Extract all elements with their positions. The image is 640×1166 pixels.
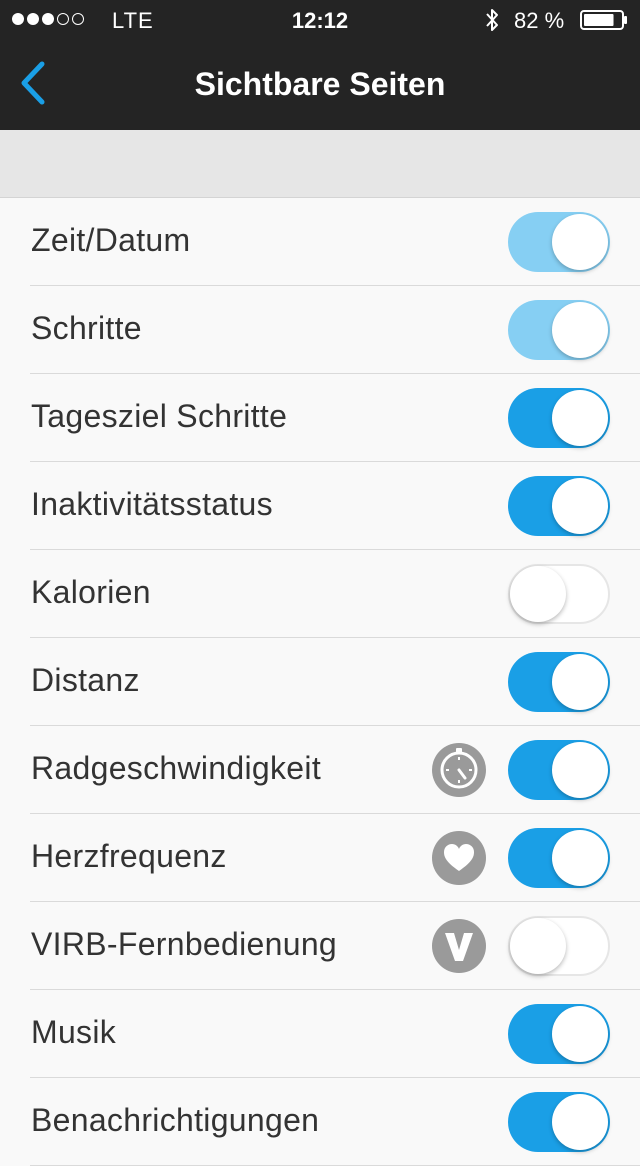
- list-item-label: Tagesziel Schritte: [31, 398, 288, 434]
- visibility-toggle[interactable]: [508, 476, 610, 536]
- visibility-toggle[interactable]: [508, 212, 610, 272]
- visibility-toggle[interactable]: [508, 828, 610, 888]
- list-item-label: VIRB-Fernbedienung: [31, 926, 338, 962]
- list-item: Herzfrequenz: [0, 814, 640, 902]
- toggle-knob: [510, 918, 566, 974]
- visibility-toggle[interactable]: [508, 916, 610, 976]
- visibility-toggle[interactable]: [508, 652, 610, 712]
- list-item: Zeit/Datum: [0, 198, 640, 286]
- page-title: Sichtbare Seiten: [194, 66, 446, 102]
- list-item: VIRB-Fernbedienung: [0, 902, 640, 990]
- list-item: Inaktivitätsstatus: [0, 462, 640, 550]
- navigation-bar: Sichtbare Seiten: [0, 40, 640, 130]
- list-item: Kalorien: [0, 550, 640, 638]
- list-item: Distanz: [0, 638, 640, 726]
- visibility-toggle[interactable]: [508, 300, 610, 360]
- section-header-spacer: [0, 130, 640, 198]
- status-bar: LTE 12:12 82 %: [0, 0, 640, 40]
- list-item-label: Zeit/Datum: [31, 222, 191, 258]
- list-item: Schritte: [0, 286, 640, 374]
- toggle-knob: [552, 742, 608, 798]
- list-item: Tagesziel Schritte: [0, 374, 640, 462]
- toggle-knob: [552, 214, 608, 270]
- list-item: Musik: [0, 990, 640, 1078]
- visibility-toggle[interactable]: [508, 564, 610, 624]
- battery-percentage: 82 %: [514, 8, 565, 33]
- list-item-label: Musik: [31, 1014, 117, 1050]
- visibility-toggle[interactable]: [508, 388, 610, 448]
- toggle-knob: [552, 1094, 608, 1150]
- list-item-label: Schritte: [31, 310, 142, 346]
- list-item: Radgeschwindigkeit: [0, 726, 640, 814]
- battery-icon: [580, 10, 627, 30]
- visibility-toggle[interactable]: [508, 1092, 610, 1152]
- toggle-knob: [510, 566, 566, 622]
- bluetooth-icon: [486, 9, 498, 31]
- list-item-label: Kalorien: [31, 574, 151, 610]
- list-item: Benachrichtigungen: [0, 1078, 640, 1166]
- list-item-label: Benachrichtigungen: [31, 1102, 320, 1138]
- list-item-label: Inaktivitätsstatus: [31, 486, 273, 522]
- top-bar: LTE 12:12 82 % Sichtbare Seiten: [0, 0, 640, 130]
- visibility-toggle[interactable]: [508, 1004, 610, 1064]
- virb-icon: [432, 919, 486, 973]
- toggle-knob: [552, 830, 608, 886]
- list-item-label: Distanz: [31, 662, 140, 698]
- visible-pages-list: Zeit/Datum Schritte Tagesziel Schritte Inak…: [0, 198, 640, 1166]
- speed-sensor-icon: [432, 743, 486, 797]
- list-item-label: Radgeschwindigkeit: [31, 750, 322, 786]
- visibility-toggle[interactable]: [508, 740, 610, 800]
- toggle-knob: [552, 654, 608, 710]
- heart-icon: [432, 831, 486, 885]
- toggle-knob: [552, 390, 608, 446]
- toggle-knob: [552, 478, 608, 534]
- list-item-label: Herzfrequenz: [31, 838, 227, 874]
- toggle-knob: [552, 302, 608, 358]
- toggle-knob: [552, 1006, 608, 1062]
